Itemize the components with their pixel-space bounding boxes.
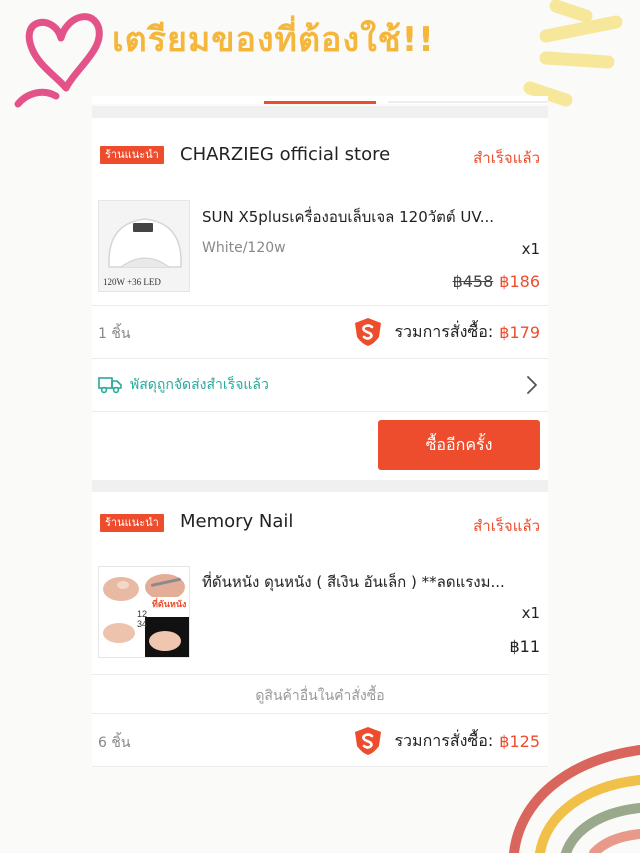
svg-text:34: 34 bbox=[137, 619, 147, 629]
order-status: สำเร็จแล้ว bbox=[473, 149, 540, 167]
divider bbox=[92, 766, 548, 767]
product-thumbnail[interactable]: 120W +36 LED bbox=[98, 200, 190, 292]
order-total: รวมการสั่งซื้อ: ฿125 bbox=[352, 725, 540, 757]
order-total-row: 6 ชิ้น รวมการสั่งซื้อ: ฿125 bbox=[92, 714, 548, 766]
shop-name[interactable]: Memory Nail bbox=[180, 511, 293, 532]
page-title: เตรียมของที่ต้องใช้!! bbox=[112, 20, 435, 60]
section-separator bbox=[92, 480, 548, 492]
recommended-shop-badge: ร้านแนะนำ bbox=[100, 514, 164, 532]
total-label: รวมการสั่งซื้อ: bbox=[394, 730, 494, 750]
sale-price: ฿186 bbox=[499, 272, 540, 291]
total-amount: ฿125 bbox=[499, 731, 540, 751]
thumbnail-caption: ที่ดันหนัง bbox=[151, 597, 188, 611]
item-count: 6 ชิ้น bbox=[98, 735, 131, 751]
shop-header[interactable]: ร้านแนะนำ Memory Nail สำเร็จแล้ว bbox=[92, 492, 548, 554]
total-amount: ฿179 bbox=[499, 322, 540, 342]
shop-header[interactable]: ร้านแนะนำ CHARZIEG official store สำเร็จ… bbox=[92, 118, 548, 194]
chevron-right-icon[interactable] bbox=[526, 375, 538, 395]
shipping-status: พัสดุถูกจัดส่งสำเร็จแล้ว bbox=[98, 374, 269, 396]
product-name[interactable]: SUN X5plusเครื่องอบเล็บเจล 120วัตต์ UV..… bbox=[202, 205, 494, 229]
active-tab-indicator bbox=[264, 101, 376, 104]
item-price: ฿11 bbox=[509, 637, 540, 656]
svg-text:12: 12 bbox=[137, 609, 147, 619]
shopee-logo-icon bbox=[355, 318, 382, 346]
shopee-logo-icon bbox=[355, 727, 382, 755]
product-row[interactable]: 12 34 ที่ดันหนัง ที่ดันหนัง ดุนหนัง ( สี… bbox=[92, 554, 548, 674]
shipping-status-text: พัสดุถูกจัดส่งสำเร็จแล้ว bbox=[130, 377, 269, 393]
product-quantity: x1 bbox=[521, 240, 540, 258]
thumbnail-caption: 120W +36 LED bbox=[103, 277, 161, 287]
order-card: ร้านแนะนำ CHARZIEG official store สำเร็จ… bbox=[92, 118, 548, 480]
order-total-row: 1 ชิ้น รวมการสั่งซื้อ: ฿179 bbox=[92, 306, 548, 358]
buy-again-button[interactable]: ซื้ออีกครั้ง bbox=[378, 420, 540, 470]
price-row: ฿458 ฿186 bbox=[453, 272, 540, 291]
recommended-shop-badge: ร้านแนะนำ bbox=[100, 146, 164, 164]
order-status: สำเร็จแล้ว bbox=[473, 517, 540, 535]
truck-icon bbox=[98, 377, 122, 394]
view-more-items-link[interactable]: ดูสินค้าอื่นในคำสั่งซื้อ bbox=[92, 685, 548, 707]
product-name[interactable]: ที่ดันหนัง ดุนหนัง ( สีเงิน อันเล็ก ) **… bbox=[202, 570, 505, 594]
product-thumbnail[interactable]: 12 34 ที่ดันหนัง bbox=[98, 566, 190, 658]
item-count: 1 ชิ้น bbox=[98, 326, 131, 342]
order-card: ร้านแนะนำ Memory Nail สำเร็จแล้ว 12 34 ท… bbox=[92, 492, 548, 766]
view-more-row[interactable]: ดูสินค้าอื่นในคำสั่งซื้อ bbox=[92, 675, 548, 713]
divider bbox=[92, 411, 548, 412]
section-separator bbox=[92, 106, 548, 118]
product-variant: White/120w bbox=[202, 240, 286, 256]
product-row[interactable]: 120W +36 LED SUN X5plusเครื่องอบเล็บเจล … bbox=[92, 194, 548, 304]
original-price: ฿458 bbox=[452, 272, 494, 291]
tab-divider bbox=[388, 101, 548, 103]
cuticle-pusher-image: 12 34 bbox=[99, 567, 189, 657]
total-label: รวมการสั่งซื้อ: bbox=[394, 321, 494, 341]
shipping-status-row[interactable]: พัสดุถูกจัดส่งสำเร็จแล้ว bbox=[92, 359, 548, 411]
price-row: ฿11 bbox=[509, 637, 540, 656]
product-quantity: x1 bbox=[521, 604, 540, 622]
order-total: รวมการสั่งซื้อ: ฿179 bbox=[352, 316, 540, 348]
shop-name[interactable]: CHARZIEG official store bbox=[180, 144, 390, 165]
